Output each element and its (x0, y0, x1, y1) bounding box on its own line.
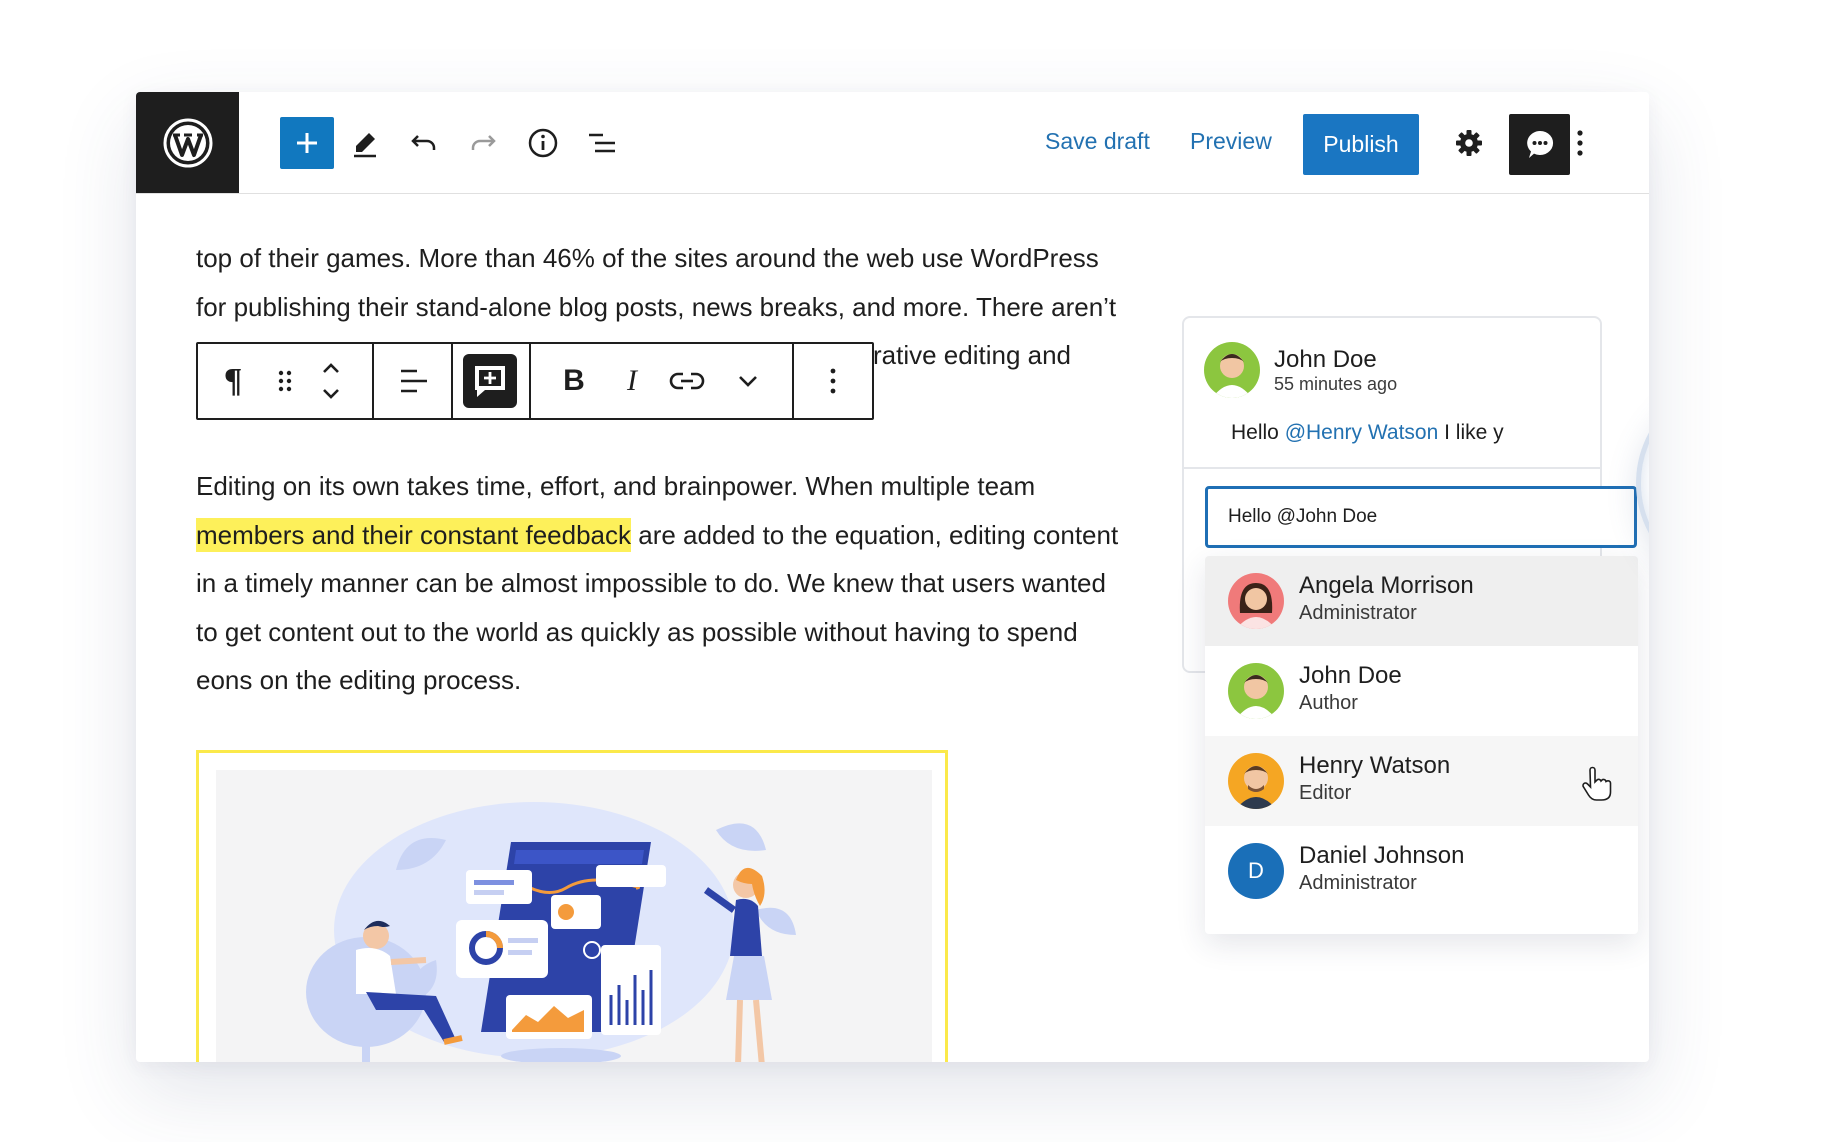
more-rich-text-button[interactable] (728, 356, 768, 406)
add-comment-button[interactable] (463, 354, 517, 408)
paragraph-line: members and their constant feedback are … (196, 511, 1196, 560)
list-view-button[interactable] (575, 117, 629, 169)
comment-bubble-icon (1526, 130, 1553, 158)
mention-role: Administrator (1299, 872, 1417, 894)
gear-icon (1456, 130, 1482, 156)
options-menu-button[interactable] (1560, 117, 1600, 169)
add-comment-icon (475, 366, 505, 397)
editor-toolbar: Save draft Preview Publish (136, 92, 1649, 194)
user-avatar-icon (1212, 354, 1252, 398)
wordpress-logo[interactable] (136, 92, 239, 193)
chevron-up-down-icon (323, 363, 339, 399)
toolbar-divider (451, 344, 453, 418)
mention-suggestions: Angela Morrison Administrator John Doe A… (1205, 556, 1638, 934)
avatar (1228, 573, 1284, 629)
avatar-initial: D (1248, 858, 1264, 883)
undo-button[interactable] (397, 117, 451, 169)
preview-link[interactable]: Preview (1190, 128, 1272, 155)
paragraph-line: for publishing their stand-alone blog po… (196, 291, 1117, 322)
bold-button[interactable]: B (554, 356, 594, 406)
drag-handle[interactable] (270, 356, 300, 406)
link-button[interactable] (662, 356, 712, 406)
mention-name: John Doe (1299, 662, 1402, 689)
pencil-icon (354, 133, 376, 158)
avatar (1204, 342, 1260, 398)
bold-icon: B (563, 364, 585, 397)
align-button[interactable] (386, 356, 442, 406)
mention-role: Editor (1299, 782, 1352, 804)
avatar: D (1228, 843, 1284, 899)
drag-handle-icon (278, 370, 292, 392)
redo-icon (471, 135, 496, 150)
paragraph-block[interactable]: Editing on its own takes time, effort, a… (196, 462, 1196, 705)
toolbar-divider (529, 344, 531, 418)
paragraph-line: in a timely manner can be almost impossi… (196, 568, 1106, 598)
illustration-image (216, 770, 932, 1062)
paragraph-text: are added to the equation, editing conte… (631, 519, 1119, 550)
comment-text: Hello (1231, 421, 1285, 444)
move-up-down-buttons[interactable] (316, 356, 346, 406)
italic-icon: I (627, 364, 637, 397)
image-block[interactable] (196, 750, 948, 1062)
mention-option[interactable]: Henry Watson Editor (1205, 736, 1638, 826)
user-avatar-icon (1236, 675, 1276, 719)
mention-name: Daniel Johnson (1299, 842, 1465, 869)
mention-option[interactable]: D Daniel Johnson Administrator (1205, 826, 1638, 916)
publish-button[interactable]: Publish (1303, 114, 1419, 175)
more-vertical-icon (1577, 130, 1583, 156)
add-block-button[interactable] (280, 117, 334, 169)
tools-button[interactable] (338, 117, 392, 169)
mention-name: Angela Morrison (1299, 572, 1474, 599)
paragraph-line: to get content out to the world as quick… (196, 616, 1078, 647)
block-toolbar: ¶ B I (196, 342, 874, 420)
reply-input[interactable] (1205, 486, 1637, 548)
comment-body: Hello @Henry Watson I like y (1231, 421, 1504, 445)
paragraph-line: Editing on its own takes time, effort, a… (196, 471, 1036, 501)
toolbar-divider (372, 344, 374, 418)
user-avatar-icon (1236, 766, 1276, 809)
mention-name: Henry Watson (1299, 752, 1451, 779)
more-vertical-icon (830, 368, 836, 394)
user-mention-link[interactable]: @Henry Watson (1285, 421, 1439, 444)
details-button[interactable] (516, 117, 570, 169)
chevron-down-icon (739, 376, 757, 387)
settings-button[interactable] (1442, 117, 1496, 169)
italic-button[interactable]: I (612, 356, 652, 406)
paragraph-line: eons on the editing process. (196, 665, 522, 695)
plus-icon (297, 133, 317, 153)
undo-icon (411, 135, 436, 150)
mention-role: Administrator (1299, 602, 1417, 624)
avatar (1228, 753, 1284, 809)
save-draft-link[interactable]: Save draft (1045, 128, 1150, 155)
mention-role: Author (1299, 692, 1358, 714)
hand-pointer-cursor-icon (1582, 766, 1612, 801)
info-icon (528, 128, 558, 158)
comment-author: John Doe (1274, 346, 1377, 373)
avatar (1228, 663, 1284, 719)
editor-window: Save draft Preview Publish top of their … (136, 92, 1649, 1062)
list-view-icon (589, 133, 615, 153)
commented-highlight[interactable]: members and their constant feedback (196, 517, 632, 552)
wordpress-logo-icon (163, 118, 212, 167)
team-dashboard-illustration (306, 802, 796, 1062)
user-avatar-icon (1236, 583, 1276, 629)
toolbar-divider (792, 344, 794, 418)
redo-button[interactable] (456, 117, 510, 169)
mention-option[interactable]: Angela Morrison Administrator (1205, 556, 1638, 646)
comment-timestamp: 55 minutes ago (1274, 374, 1398, 394)
block-options-button[interactable] (810, 356, 856, 406)
paragraph-icon: ¶ (223, 362, 243, 399)
paragraph-line: top of their games. More than 46% of the… (196, 243, 1099, 273)
mention-option[interactable]: John Doe Author (1205, 646, 1638, 736)
block-type-button[interactable]: ¶ (214, 356, 252, 406)
comment-text: I like y (1438, 421, 1504, 444)
divider (1184, 467, 1600, 469)
align-left-icon (401, 369, 427, 393)
link-icon (669, 372, 705, 390)
